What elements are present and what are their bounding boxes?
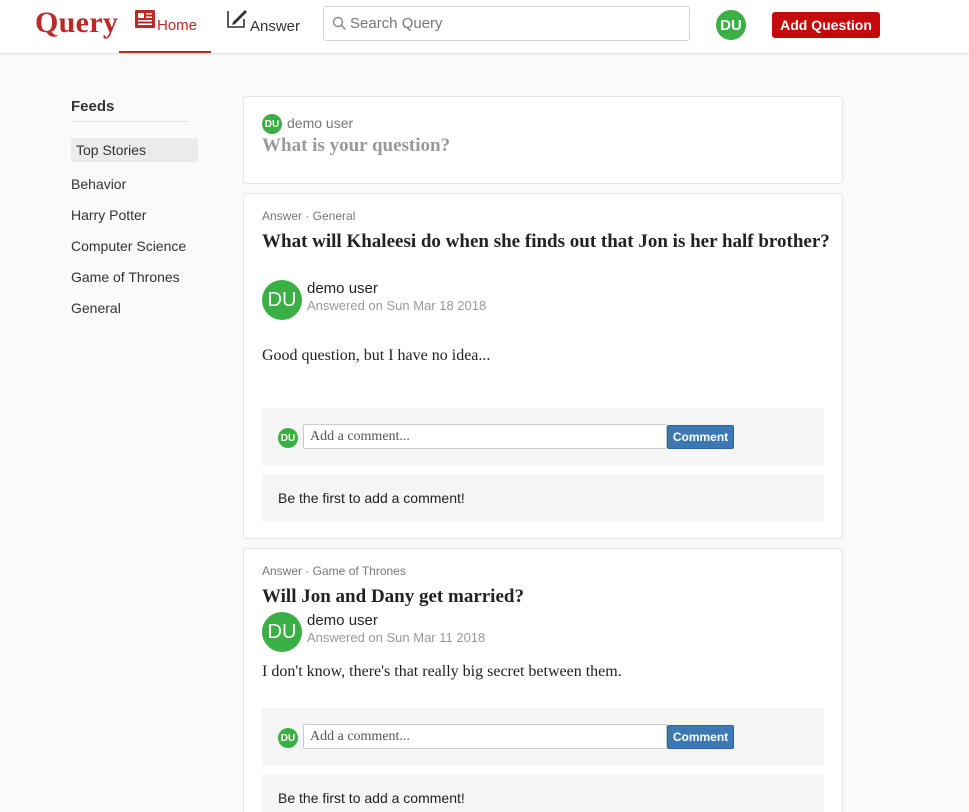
no-comments-message: Be the first to add a comment! (262, 474, 824, 522)
nav-answer[interactable]: Answer (226, 0, 306, 53)
answer-text: Good question, but I have no idea... (262, 347, 491, 364)
newspaper-icon (135, 10, 155, 28)
author-avatar[interactable]: DU (262, 280, 302, 320)
nav-home-label: Home (157, 17, 198, 34)
answered-date: Answered on Sun Mar 11 2018 (307, 630, 486, 645)
comment-button[interactable]: Comment (667, 425, 734, 449)
ask-avatar: DU (262, 114, 282, 134)
author-avatar[interactable]: DU (262, 612, 302, 652)
nav-answer-label: Answer (250, 18, 301, 35)
comment-avatar: DU (278, 728, 298, 748)
add-question-button[interactable]: Add Question (772, 12, 880, 38)
feed-item-top-stories[interactable]: Top Stories (71, 138, 198, 162)
question-card: Answer · Game of Thrones Will Jon and Da… (243, 548, 843, 812)
feed-item-harry-potter[interactable]: Harry Potter (71, 200, 198, 231)
feeds-title: Feeds (71, 96, 188, 122)
top-navbar: Query Home Answer DU Add Question (0, 0, 969, 54)
feed-item-game-of-thrones[interactable]: Game of Thrones (71, 262, 198, 293)
comment-input[interactable] (303, 424, 667, 449)
ask-question-card[interactable]: DU demo user What is your question? (243, 96, 843, 184)
feed-item-general[interactable]: General (71, 293, 198, 324)
comment-avatar: DU (278, 428, 298, 448)
nav-home[interactable]: Home (119, 0, 211, 53)
answered-date: Answered on Sun Mar 18 2018 (307, 298, 487, 313)
feeds-sidebar: Feeds Top Stories Behavior Harry Potter … (71, 96, 198, 324)
author-name[interactable]: demo user (307, 612, 378, 629)
logo[interactable]: Query (35, 6, 118, 40)
search-box (323, 6, 690, 41)
comment-input[interactable] (303, 724, 667, 749)
comment-box: DU Comment (262, 708, 824, 766)
no-comments-message: Be the first to add a comment! (262, 774, 824, 812)
feed-item-computer-science[interactable]: Computer Science (71, 231, 198, 262)
ask-question-prompt[interactable]: What is your question? (262, 135, 450, 157)
search-input[interactable] (350, 7, 680, 40)
ask-user-name: demo user (287, 115, 354, 131)
question-meta: Answer · General (262, 209, 356, 223)
feed-item-behavior[interactable]: Behavior (71, 169, 198, 200)
answer-text: I don't know, there's that really big se… (262, 663, 622, 680)
pencil-square-icon (227, 10, 247, 28)
comment-button[interactable]: Comment (667, 725, 734, 749)
author-name[interactable]: demo user (307, 280, 378, 297)
question-title[interactable]: Will Jon and Dany get married? (262, 585, 832, 608)
comment-box: DU Comment (262, 408, 824, 466)
question-meta: Answer · Game of Thrones (262, 564, 406, 578)
question-card: Answer · General What will Khaleesi do w… (243, 193, 843, 539)
question-title[interactable]: What will Khaleesi do when she finds out… (262, 230, 832, 253)
search-icon (332, 16, 347, 31)
user-avatar[interactable]: DU (716, 10, 746, 40)
